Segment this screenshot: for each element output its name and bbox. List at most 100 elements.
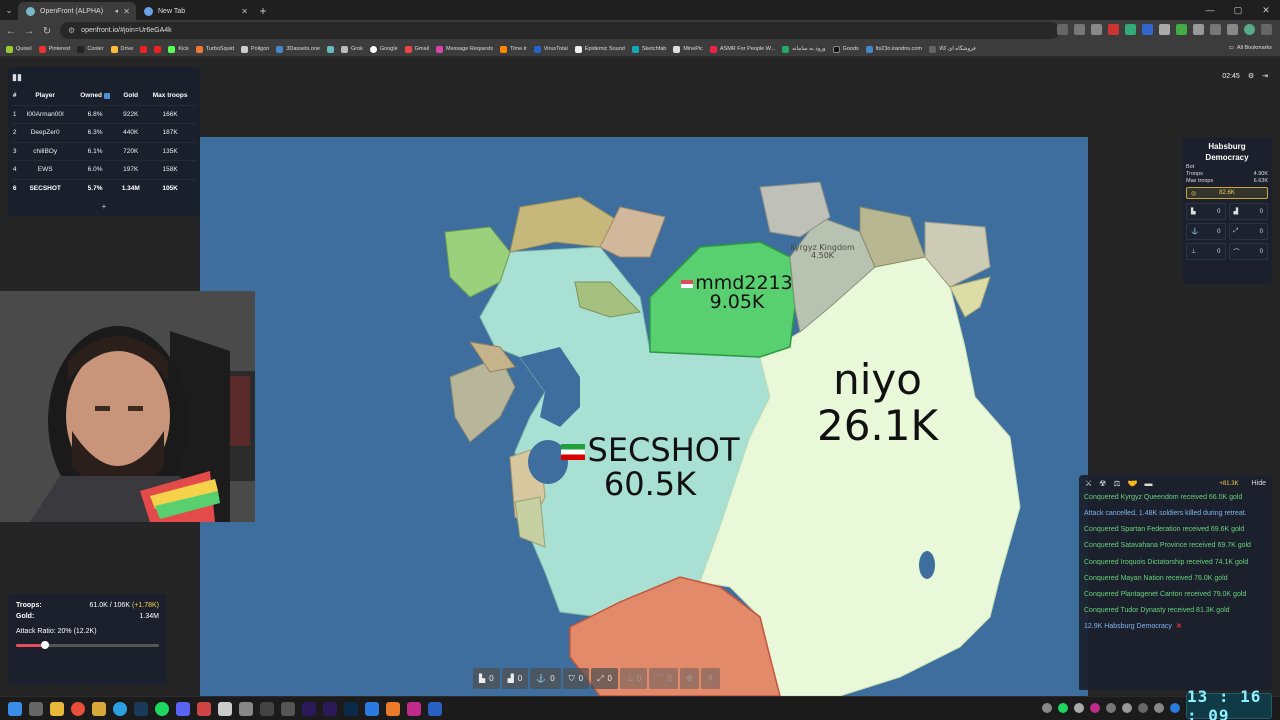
trade-filter-icon[interactable]: ⚖ <box>1113 479 1120 488</box>
build-warship-button[interactable]: ⌒ 0 <box>649 668 678 689</box>
slider-handle[interactable] <box>40 641 49 649</box>
extension-icon[interactable] <box>1159 24 1170 35</box>
chatgpt-icon[interactable] <box>218 701 232 716</box>
settings-gear-icon[interactable]: ⚙ <box>1248 72 1254 80</box>
bookmark-turbosquid[interactable]: TurboSquid <box>195 45 234 53</box>
bar-chart-icon[interactable]: ▮▮ <box>12 72 22 83</box>
address-bar[interactable]: ⚙ openfront.io/#join=Ur6eGA4k <box>60 22 1060 39</box>
bookmark-gmail[interactable]: Gmail <box>404 45 429 53</box>
forward-icon[interactable]: → <box>22 26 36 37</box>
tray-icon[interactable] <box>1122 703 1132 713</box>
bookmark-minepic[interactable]: MinePic <box>673 45 703 53</box>
minimize-icon[interactable]: — <box>1196 0 1224 20</box>
app-icon[interactable] <box>260 701 274 716</box>
extension-icon[interactable] <box>1176 24 1187 35</box>
build-port-button[interactable]: ⚓ 0 <box>530 668 561 689</box>
install-icon[interactable] <box>1057 24 1068 35</box>
close-window-icon[interactable]: ✕ <box>1252 0 1280 20</box>
bookmark-pinterest[interactable]: Pinterest <box>38 45 70 53</box>
table-row-self[interactable]: 6 SECSHOT 5.7% 1.34M 105K <box>12 178 196 198</box>
bookmark-virustotal[interactable]: VirusTotal <box>533 45 568 53</box>
bookmark-cooler[interactable]: Cooler <box>77 45 104 53</box>
build-hydrogen-button[interactable]: ⚱ <box>701 668 720 689</box>
app-icon[interactable] <box>365 701 379 716</box>
tab-search-icon[interactable]: ⌄ <box>0 0 18 20</box>
bookmark-epidemic[interactable]: Epidemic Sound <box>574 45 625 53</box>
alliance-filter-icon[interactable]: 🤝 <box>1128 479 1138 488</box>
new-tab-button[interactable]: + <box>254 2 272 20</box>
folder-icon[interactable] <box>92 701 106 716</box>
build-defense-button[interactable]: ⛉ 0 <box>562 668 590 689</box>
extension-icon[interactable] <box>1227 24 1238 35</box>
bookmark-irandns[interactable]: lts23o.irandns.com <box>865 45 922 53</box>
build-missile-button[interactable]: ⤢ 0 <box>591 668 618 689</box>
sword-filter-icon[interactable]: ⚔ <box>1085 479 1092 488</box>
site-info-icon[interactable]: ⚙ <box>68 26 75 35</box>
premiere-icon[interactable] <box>323 701 337 716</box>
bookmark-goods[interactable]: Goods <box>832 45 859 53</box>
bookmark-asmr[interactable]: ASMR For People W... <box>709 45 775 53</box>
file-explorer-icon[interactable] <box>50 701 64 716</box>
chat-filter-icon[interactable]: ▬ <box>1144 479 1152 488</box>
app-icon[interactable] <box>281 701 295 716</box>
steam-icon[interactable] <box>134 701 148 716</box>
exit-icon[interactable]: ⇥ <box>1262 72 1268 80</box>
app-icon[interactable] <box>239 701 253 716</box>
all-bookmarks[interactable]: ▭ All Bookmarks <box>1229 45 1272 51</box>
tab-close-icon[interactable]: ✕ <box>123 7 130 16</box>
eye-icon[interactable] <box>1074 24 1085 35</box>
tray-icon[interactable] <box>1058 703 1068 713</box>
col-owned[interactable]: Owned <box>73 87 117 105</box>
photoshop-icon[interactable] <box>344 701 358 716</box>
table-row[interactable]: 1 I00Arman00I 6.8% 922K 166K <box>12 104 196 124</box>
build-factory-button[interactable]: ▟ 0 <box>501 668 529 689</box>
bookmark-messages[interactable]: Message Requests <box>436 45 493 53</box>
tab-close-icon[interactable]: ✕ <box>241 7 248 16</box>
bookmark-drive[interactable]: Drive <box>110 45 133 53</box>
after-effects-icon[interactable] <box>302 701 316 716</box>
bookmark-quixel[interactable]: Quixel <box>6 45 32 53</box>
app-icon[interactable] <box>197 701 211 716</box>
build-city-button[interactable]: ▙ 0 <box>473 668 500 689</box>
chrome-icon[interactable] <box>71 701 85 716</box>
bookmark-sketchfab[interactable]: Sketchfab <box>631 45 666 53</box>
table-row[interactable]: 4 EWS 6.0% 197K 158K <box>12 160 196 179</box>
app-icon[interactable] <box>428 701 442 716</box>
cancel-attack-icon[interactable]: ✕ <box>1176 623 1182 630</box>
extension-icon[interactable] <box>1210 24 1221 35</box>
mute-icon[interactable]: ◂ <box>114 7 118 15</box>
browser-tab-openfront[interactable]: OpenFront (ALPHA) ◂ ✕ <box>18 2 136 20</box>
windows-start-icon[interactable] <box>8 701 22 716</box>
bookmark-time[interactable]: Time.lr <box>500 45 527 53</box>
bookmark-youtube[interactable] <box>140 45 148 53</box>
browser-tab-newtab[interactable]: New Tab ✕ <box>136 2 254 20</box>
col-gold[interactable]: Gold <box>117 87 144 105</box>
reload-icon[interactable]: ↻ <box>40 26 54 37</box>
extension-icon[interactable] <box>1108 24 1119 35</box>
tray-icon[interactable] <box>1154 703 1164 713</box>
star-icon[interactable] <box>1091 24 1102 35</box>
bookmark-arrow[interactable] <box>326 45 334 53</box>
bookmark-3dassets[interactable]: 3Dassets.one <box>276 45 320 53</box>
col-player[interactable]: Player <box>17 87 73 105</box>
tray-icon[interactable] <box>1090 703 1100 713</box>
nuke-filter-icon[interactable]: ☢ <box>1099 479 1106 488</box>
maximize-icon[interactable]: ▢ <box>1224 0 1252 20</box>
tray-icon[interactable] <box>1042 703 1052 713</box>
bookmark-shop[interactable]: فروشگاه ای کالا <box>928 45 976 53</box>
extension-icon[interactable] <box>1125 24 1136 35</box>
attack-ratio-slider[interactable] <box>16 641 159 649</box>
blender-icon[interactable] <box>386 701 400 716</box>
tray-icon[interactable] <box>1074 703 1084 713</box>
tray-icon[interactable] <box>1138 703 1148 713</box>
bookmark-kick[interactable]: Kick <box>168 45 189 53</box>
spotify-icon[interactable] <box>155 701 169 716</box>
bookmark-login[interactable]: ورود به سامانه <box>782 45 826 53</box>
tray-icon[interactable] <box>1170 703 1180 713</box>
profile-avatar[interactable] <box>1244 24 1255 35</box>
search-icon[interactable] <box>29 701 43 716</box>
build-sam-button[interactable]: ⊥ 0 <box>619 668 648 689</box>
discord-icon[interactable] <box>176 701 190 716</box>
tray-icon[interactable] <box>1106 703 1116 713</box>
bookmark-youtube-2[interactable] <box>154 45 162 53</box>
